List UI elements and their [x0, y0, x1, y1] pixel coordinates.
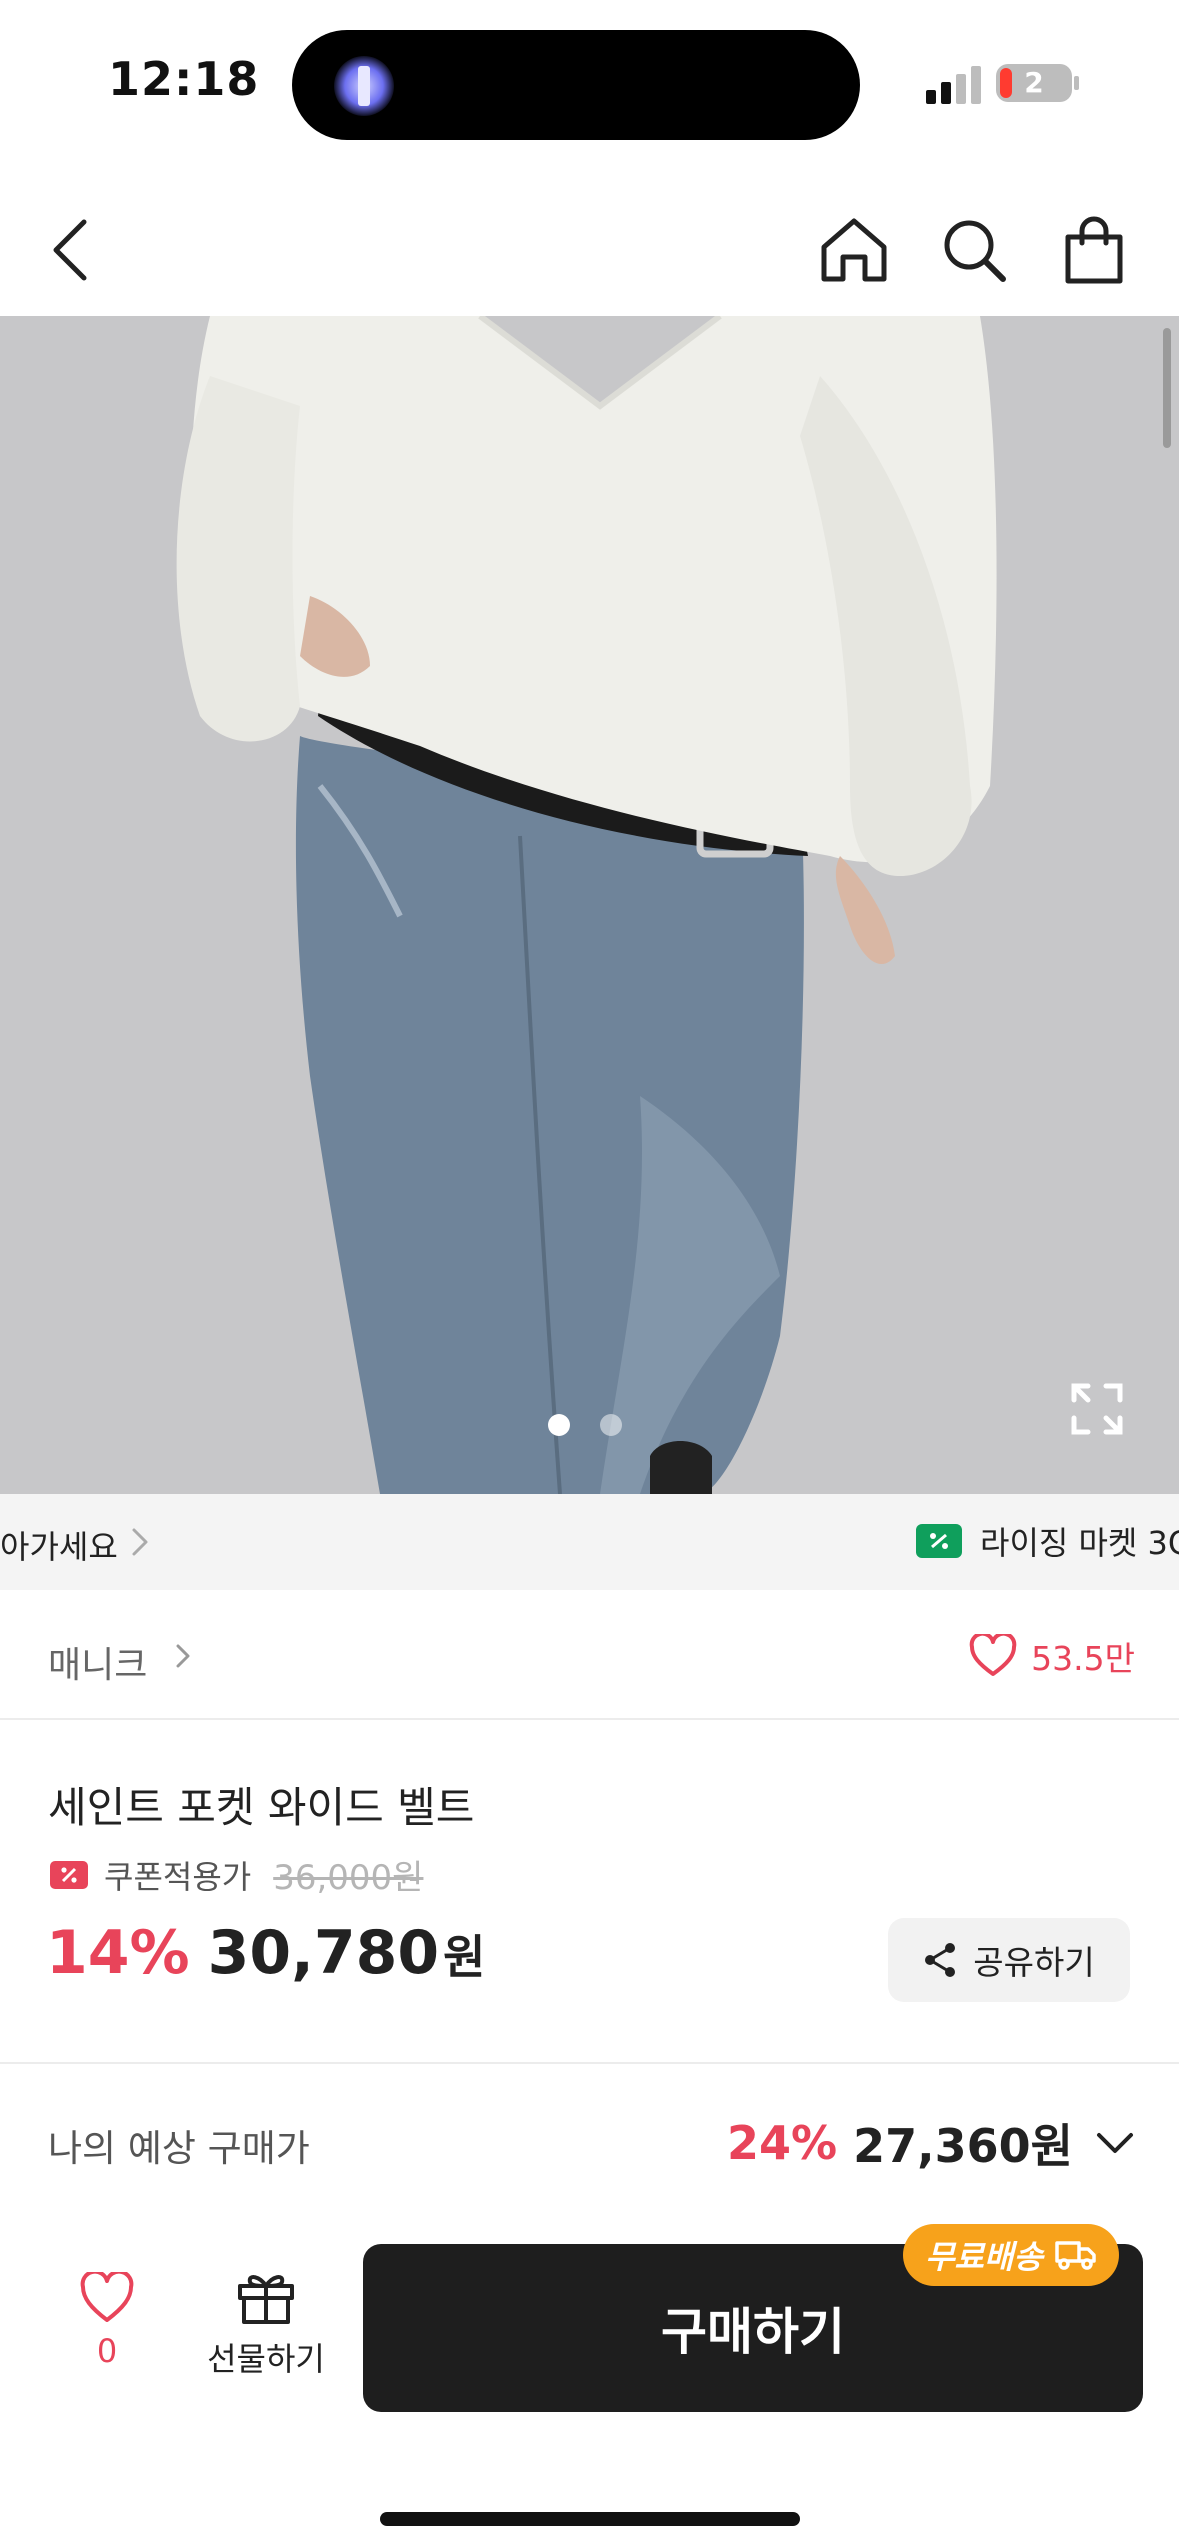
bottom-action-bar: 0 선물하기 구매하기 무료배송 [0, 2224, 1179, 2548]
share-button[interactable]: 공유하기 [888, 1918, 1130, 2002]
sale-price: 30,780 [207, 1918, 440, 1988]
discount-rate: 14% [46, 1918, 190, 1988]
expand-icon [1071, 1383, 1123, 1435]
original-price: 36,000원 [273, 1858, 424, 1898]
share-icon [925, 1943, 956, 1977]
dynamic-island [292, 30, 860, 140]
expected-price-label: 나의 예상 구매가 [48, 2127, 310, 2170]
flashlight-icon [334, 56, 394, 116]
scroll-indicator[interactable] [1163, 328, 1171, 448]
wishlist-button[interactable]: 0 [62, 2272, 152, 2402]
signal-icon [926, 64, 982, 104]
coupon-icon [50, 1860, 88, 1889]
expand-button[interactable] [1070, 1382, 1124, 1436]
currency-unit: 원 [443, 1930, 486, 1984]
chevron-down-icon [1097, 2133, 1133, 2153]
coupon-price-row: 쿠폰적용가 36,000원 [50, 1850, 423, 1899]
chevron-right-icon [132, 1528, 148, 1556]
home-indicator[interactable] [380, 2512, 800, 2526]
expected-price-toggle[interactable]: 24% 27,360원 [727, 2110, 1135, 2176]
search-button[interactable] [934, 210, 1014, 290]
battery-cap [1074, 76, 1079, 90]
search-icon [944, 220, 1006, 282]
banner-left-text: 아가세요 [0, 1528, 118, 1566]
home-icon [821, 218, 887, 282]
home-button[interactable] [814, 210, 894, 290]
coupon-price-label: 쿠폰적용가 [104, 1857, 252, 1896]
gift-label: 선물하기 [207, 2340, 325, 2378]
chevron-right-icon [176, 1644, 190, 1668]
sale-price-row: 14% 30,780 원 [46, 1918, 486, 1988]
wishlist-count: 0 [96, 2332, 118, 2370]
banner-right-text: 라이징 마켓 3C [980, 1524, 1179, 1562]
brand-like-button[interactable]: 53.5만 [969, 1632, 1135, 1680]
product-title: 세인트 포켓 와이드 벨트 [48, 1783, 475, 1832]
coupon-icon [916, 1524, 962, 1558]
brand-like-count: 53.5만 [1031, 1639, 1135, 1678]
chevron-left-icon [53, 219, 87, 281]
heart-icon [969, 1634, 1017, 1676]
free-shipping-badge: 무료배송 [903, 2224, 1119, 2286]
expected-discount-rate: 24% [727, 2116, 838, 2170]
free-shipping-label: 무료배송 [925, 2238, 1043, 2276]
gift-button[interactable]: 선물하기 [192, 2268, 340, 2408]
cart-button[interactable] [1054, 210, 1134, 290]
promo-banner[interactable]: 아가세요 라이징 마켓 3C [0, 1494, 1179, 1590]
brand-name[interactable]: 매니크 [48, 1636, 147, 1688]
buy-label: 구매하기 [661, 2303, 845, 2361]
battery-icon: 2 [996, 64, 1072, 102]
pagination-dot-2[interactable] [600, 1414, 622, 1436]
pagination-dot-1[interactable] [548, 1414, 570, 1436]
product-photo [0, 316, 1179, 1494]
heart-icon [80, 2272, 134, 2322]
shopping-bag-icon [1065, 216, 1123, 284]
expected-price-value: 27,360원 [853, 2119, 1073, 2173]
product-image[interactable] [0, 316, 1179, 1494]
gallery-pagination [548, 1414, 622, 1436]
banner-right-item[interactable]: 라이징 마켓 3C [916, 1518, 1179, 1564]
share-label: 공유하기 [973, 1943, 1095, 1982]
battery-level: 2 [1024, 66, 1044, 99]
truck-icon [1055, 2241, 1096, 2270]
status-time: 12:18 [108, 52, 260, 106]
brand-row: 매니크 53.5만 [0, 1590, 1179, 1720]
section-divider [0, 2062, 1179, 2064]
gift-icon [238, 2275, 294, 2324]
nav-bar [0, 180, 1179, 315]
back-button[interactable] [30, 210, 110, 290]
status-bar: 12:18 2 [0, 0, 1179, 160]
